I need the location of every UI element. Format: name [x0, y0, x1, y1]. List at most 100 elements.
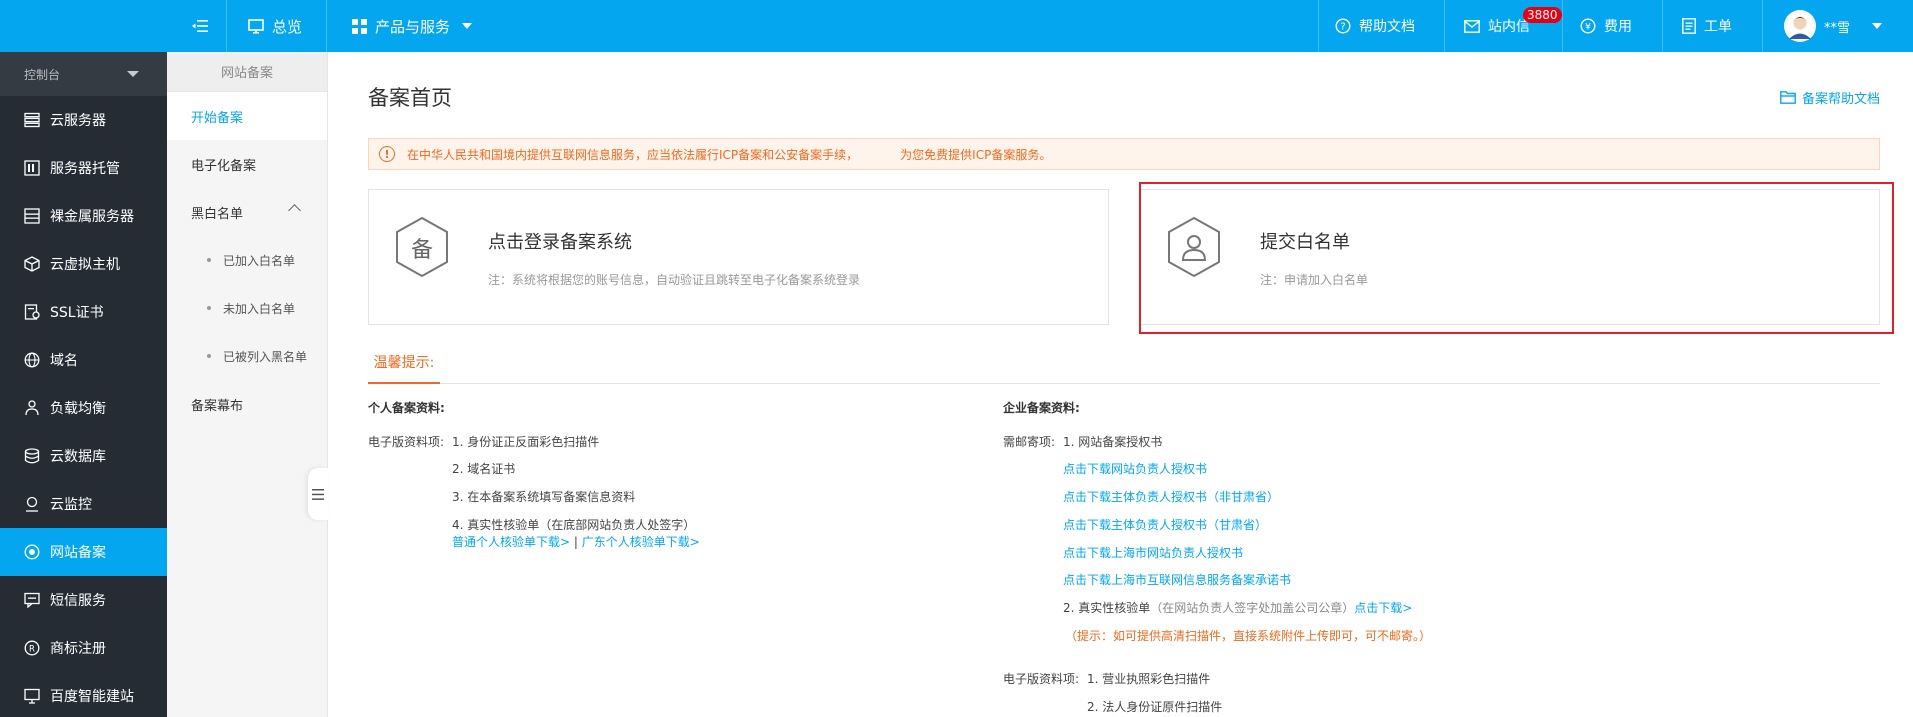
sidebar-item-label: 负载均衡 [50, 401, 106, 417]
certificate-icon [24, 304, 40, 320]
download-verification-form-link[interactable]: 点击下载> [1354, 601, 1412, 615]
nav-messages[interactable]: 站内信 [1464, 0, 1530, 52]
sidebar-item-label: 裸金属服务器 [50, 209, 134, 225]
caret-down-icon [462, 23, 473, 29]
sidebar-item-trademark[interactable]: R 商标注册 [0, 624, 167, 672]
warning-icon: ! [379, 146, 395, 162]
database-icon [24, 448, 40, 464]
sidebar-item-globe[interactable]: 域名 [0, 336, 167, 384]
download-link[interactable]: 点击下载主体负责人授权书（非甘肃省） [1063, 488, 1279, 505]
console-label: 控制台 [24, 67, 61, 82]
site-builder-icon [24, 688, 40, 704]
filing-help-label: 备案帮助文档 [1801, 92, 1880, 107]
menu-toggle-button[interactable] [192, 0, 216, 52]
sidebar-item-label: 百度智能建站 [50, 689, 134, 705]
sidebar-item-server[interactable]: 云服务器 [0, 96, 167, 144]
enterprise-item: 1. 营业执照彩色扫描件 [1087, 672, 1211, 686]
subnav-item-whitelisted[interactable]: 已加入白名单 [167, 236, 327, 284]
sidebar-item-bare-metal[interactable]: 裸金属服务器 [0, 192, 167, 240]
sms-icon [24, 592, 40, 608]
subnav-item-filing-curtain[interactable]: 备案幕布 [167, 380, 327, 428]
download-link[interactable]: 点击下载上海市网站负责人授权书 [1063, 544, 1243, 561]
enterprise-materials-title: 企业备案资料: [1003, 401, 1080, 415]
nav-tickets[interactable]: 工单 [1682, 0, 1732, 52]
personal-materials-title: 个人备案资料: [368, 401, 445, 415]
collapse-subnav-button[interactable] [308, 468, 328, 520]
divider [326, 0, 327, 52]
main-content: 备案首页 备案帮助文档 ! 在中华人民共和国境内提供互联网信息服务，应当依法履行… [328, 52, 1913, 717]
subnav-item-start-filing[interactable]: 开始备案 [167, 92, 327, 140]
sidebar-item-label: 云数据库 [50, 449, 106, 465]
sidebar-item-database[interactable]: 云数据库 [0, 432, 167, 480]
subnav-item-label: 黑白名单 [191, 206, 244, 222]
nav-help-docs-label: 帮助文档 [1359, 19, 1415, 35]
subnav-item-label: 开始备案 [191, 110, 244, 126]
sidebar-item-site-builder[interactable]: 百度智能建站 [0, 672, 167, 717]
divider [226, 0, 227, 52]
svg-text:?: ? [1340, 22, 1345, 33]
subnav-item-label: 未加入白名单 [223, 301, 296, 316]
sidebar-item-cube[interactable]: 云虚拟主机 [0, 240, 167, 288]
highlight-box [1139, 182, 1894, 334]
message-count-badge: 3880 [1523, 7, 1562, 23]
download-personal-form-link[interactable]: 普通个人核验单下载> [452, 535, 570, 549]
subnav-item-blackwhite-list[interactable]: 黑白名单 [167, 188, 327, 236]
subnav-item-label: 已被列入黑名单 [223, 349, 308, 364]
mail-icon [1464, 19, 1480, 33]
bare-metal-icon [24, 208, 40, 224]
nav-billing-label: 费用 [1604, 19, 1632, 35]
sidebar-item-label: 云虚拟主机 [50, 257, 120, 273]
download-link[interactable]: 点击下载主体负责人授权书（甘肃省） [1063, 516, 1267, 533]
chevron-up-icon [288, 204, 301, 217]
personal-item: 4. 真实性核验单（在底部网站负责人处签字） [452, 518, 696, 532]
sidebar-item-label: 服务器托管 [50, 161, 120, 177]
monitor-icon [248, 18, 264, 34]
subnav-item-label: 备案幕布 [191, 398, 244, 414]
sidebar-item-label: 网站备案 [50, 545, 106, 561]
download-guangdong-form-link[interactable]: 广东个人核验单下载> [582, 535, 700, 549]
nav-help-docs[interactable]: ? 帮助文档 [1335, 0, 1415, 52]
console-selector[interactable]: 控制台 [0, 52, 167, 96]
filing-subnav: 网站备案 开始备案 电子化备案 黑白名单 已加入白名单 未加入白名单 已被列入黑… [167, 52, 328, 717]
tips-tabs: 温馨提示: [368, 342, 1880, 384]
nav-overview[interactable]: 总览 [248, 0, 302, 52]
filing-help-link[interactable]: 备案帮助文档 [1780, 88, 1880, 107]
download-link[interactable]: 点击下载上海市互联网信息服务备案承诺书 [1063, 571, 1291, 588]
help-icon: ? [1335, 18, 1351, 34]
personal-item: 3. 在本备案系统填写备案信息资料 [452, 490, 636, 504]
sidebar-item-filing[interactable]: 网站备案 [0, 528, 167, 576]
cube-icon [24, 256, 40, 272]
bullet [207, 258, 211, 262]
enterprise-mail-label: 需邮寄项: [1003, 435, 1056, 449]
sidebar-item-hosting[interactable]: 服务器托管 [0, 144, 167, 192]
subnav-title: 网站备案 [167, 52, 327, 92]
console-sidebar: 控制台 云服务器服务器托管裸金属服务器 云虚拟主机 SSL证书域名负载均衡云数据库云… [0, 52, 167, 717]
avatar [1784, 10, 1816, 42]
divider [1762, 0, 1763, 52]
sidebar-item-label: SSL证书 [50, 305, 104, 321]
nav-products-label: 产品与服务 [375, 17, 451, 36]
login-filing-system-card[interactable]: 备 点击登录备案系统 注：系统将根据您的账号信息，自动验证且跳转至电子化备案系统… [368, 189, 1109, 325]
sidebar-item-monitor[interactable]: 云监控 [0, 480, 167, 528]
caret-down-icon [1872, 23, 1883, 29]
divider [1318, 0, 1319, 52]
subnav-item-blacklisted[interactable]: 已被列入黑名单 [167, 332, 327, 380]
monitor-icon [26, 496, 38, 512]
subnav-item-not-whitelisted[interactable]: 未加入白名单 [167, 284, 327, 332]
download-link[interactable]: 点击下载网站负责人授权书 [1063, 460, 1207, 477]
nav-tickets-label: 工单 [1704, 19, 1732, 35]
divider [1662, 0, 1663, 52]
tab-tips[interactable]: 温馨提示: [368, 342, 440, 384]
user-menu[interactable]: **雪 [1784, 0, 1883, 52]
sidebar-item-certificate[interactable]: SSL证书 [0, 288, 167, 336]
sidebar-item-load-balance[interactable]: 负载均衡 [0, 384, 167, 432]
filing-notice: ! 在中华人民共和国境内提供互联网信息服务，应当依法履行ICP备案和公安备案手续… [368, 138, 1880, 170]
enterprise-item: 2. 真实性核验单（在网站负责人签字处加盖公司公章）点击下载> [1063, 599, 1412, 616]
nav-products[interactable]: 产品与服务 [352, 0, 473, 52]
sidebar-item-sms[interactable]: 短信服务 [0, 576, 167, 624]
nav-billing[interactable]: ¥ 费用 [1580, 0, 1632, 52]
enterprise-electronic-label: 电子版资料项: [1003, 672, 1080, 686]
folder-icon [1780, 91, 1796, 104]
bullet [207, 354, 211, 358]
subnav-item-electronic-filing[interactable]: 电子化备案 [167, 140, 327, 188]
